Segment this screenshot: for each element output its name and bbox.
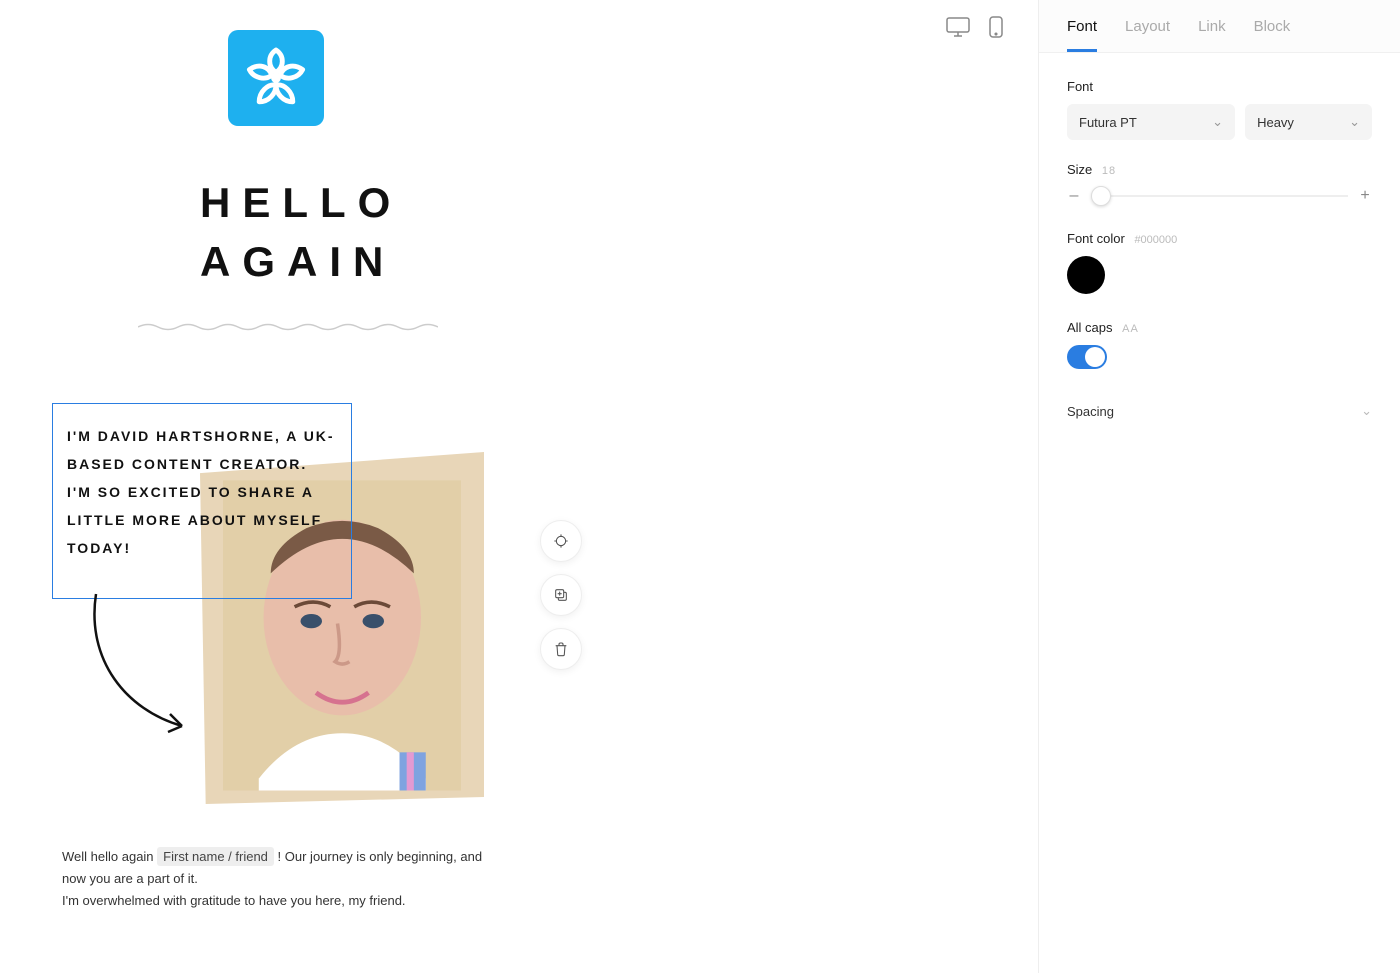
- caps-hint: AA: [1122, 323, 1139, 335]
- size-slider: – +: [1067, 187, 1372, 205]
- color-section-label: Font color #000000: [1067, 231, 1372, 246]
- font-weight-value: Heavy: [1257, 115, 1294, 130]
- font-section-label: Font: [1067, 79, 1372, 94]
- size-slider-thumb[interactable]: [1091, 186, 1111, 206]
- size-label-text: Size: [1067, 162, 1092, 177]
- tab-block[interactable]: Block: [1254, 18, 1291, 52]
- chevron-down-icon: ⌄: [1361, 403, 1372, 419]
- block-toolbar: [540, 520, 582, 670]
- body-line-1: Well hello again First name / friend ! O…: [62, 846, 502, 890]
- mobile-view-button[interactable]: [982, 16, 1010, 38]
- font-family-select[interactable]: Futura PT ⌄: [1067, 104, 1235, 140]
- intro-paragraph: I'm David Hartshorne, a UK-based content…: [67, 422, 337, 562]
- desktop-icon: [946, 17, 970, 37]
- wavy-divider: [138, 322, 438, 332]
- crosshair-icon: [553, 533, 569, 549]
- trash-icon: [553, 641, 569, 657]
- panel-tabs: Font Layout Link Block: [1039, 0, 1400, 53]
- size-slider-track[interactable]: [1091, 195, 1348, 197]
- brand-logo[interactable]: [228, 30, 324, 126]
- spacing-label: Spacing: [1067, 404, 1114, 419]
- font-color-swatch[interactable]: [1067, 256, 1105, 294]
- tab-link[interactable]: Link: [1198, 18, 1226, 52]
- properties-panel: Font Layout Link Block Font Futura PT ⌄ …: [1038, 0, 1400, 973]
- duplicate-icon: [553, 587, 569, 603]
- flower-icon: [241, 43, 311, 113]
- spacing-section[interactable]: Spacing ⌄: [1067, 403, 1372, 419]
- email-document: Hello Again: [60, 30, 580, 337]
- size-increase-button[interactable]: +: [1358, 187, 1372, 205]
- font-family-value: Futura PT: [1079, 115, 1137, 130]
- color-hex-hint: #000000: [1134, 234, 1177, 246]
- tab-layout[interactable]: Layout: [1125, 18, 1170, 52]
- body-before-tag: Well hello again: [62, 849, 157, 864]
- font-weight-select[interactable]: Heavy ⌄: [1245, 104, 1372, 140]
- chevron-down-icon: ⌄: [1212, 114, 1223, 130]
- chevron-down-icon: ⌄: [1349, 114, 1360, 130]
- block-delete-button[interactable]: [540, 628, 582, 670]
- caps-section-label: All caps AA: [1067, 320, 1372, 335]
- headline-line-1: Hello: [200, 174, 580, 233]
- panel-body: Font Futura PT ⌄ Heavy ⌄ Size 18 –: [1039, 53, 1400, 445]
- tab-font[interactable]: Font: [1067, 18, 1097, 52]
- desktop-view-button[interactable]: [944, 16, 972, 38]
- all-caps-toggle[interactable]: [1067, 345, 1107, 369]
- caps-label-text: All caps: [1067, 320, 1113, 335]
- size-decrease-button[interactable]: –: [1067, 187, 1081, 205]
- curved-arrow-icon: [86, 590, 196, 740]
- body-line-2: I'm overwhelmed with gratitude to have y…: [62, 890, 502, 912]
- body-copy[interactable]: Well hello again First name / friend ! O…: [62, 846, 502, 912]
- selected-text-block[interactable]: I'm David Hartshorne, a UK-based content…: [52, 403, 352, 599]
- block-settings-button[interactable]: [540, 520, 582, 562]
- mobile-icon: [989, 16, 1003, 38]
- block-duplicate-button[interactable]: [540, 574, 582, 616]
- size-section-label: Size 18: [1067, 162, 1372, 177]
- canvas: Hello Again: [0, 0, 1038, 973]
- merge-tag[interactable]: First name / friend: [157, 847, 274, 866]
- toggle-knob: [1085, 347, 1105, 367]
- device-switcher: [944, 16, 1010, 38]
- headline-text[interactable]: Hello Again: [200, 174, 580, 292]
- size-value-hint: 18: [1102, 165, 1116, 177]
- color-label-text: Font color: [1067, 231, 1125, 246]
- headline-line-2: Again: [200, 233, 580, 292]
